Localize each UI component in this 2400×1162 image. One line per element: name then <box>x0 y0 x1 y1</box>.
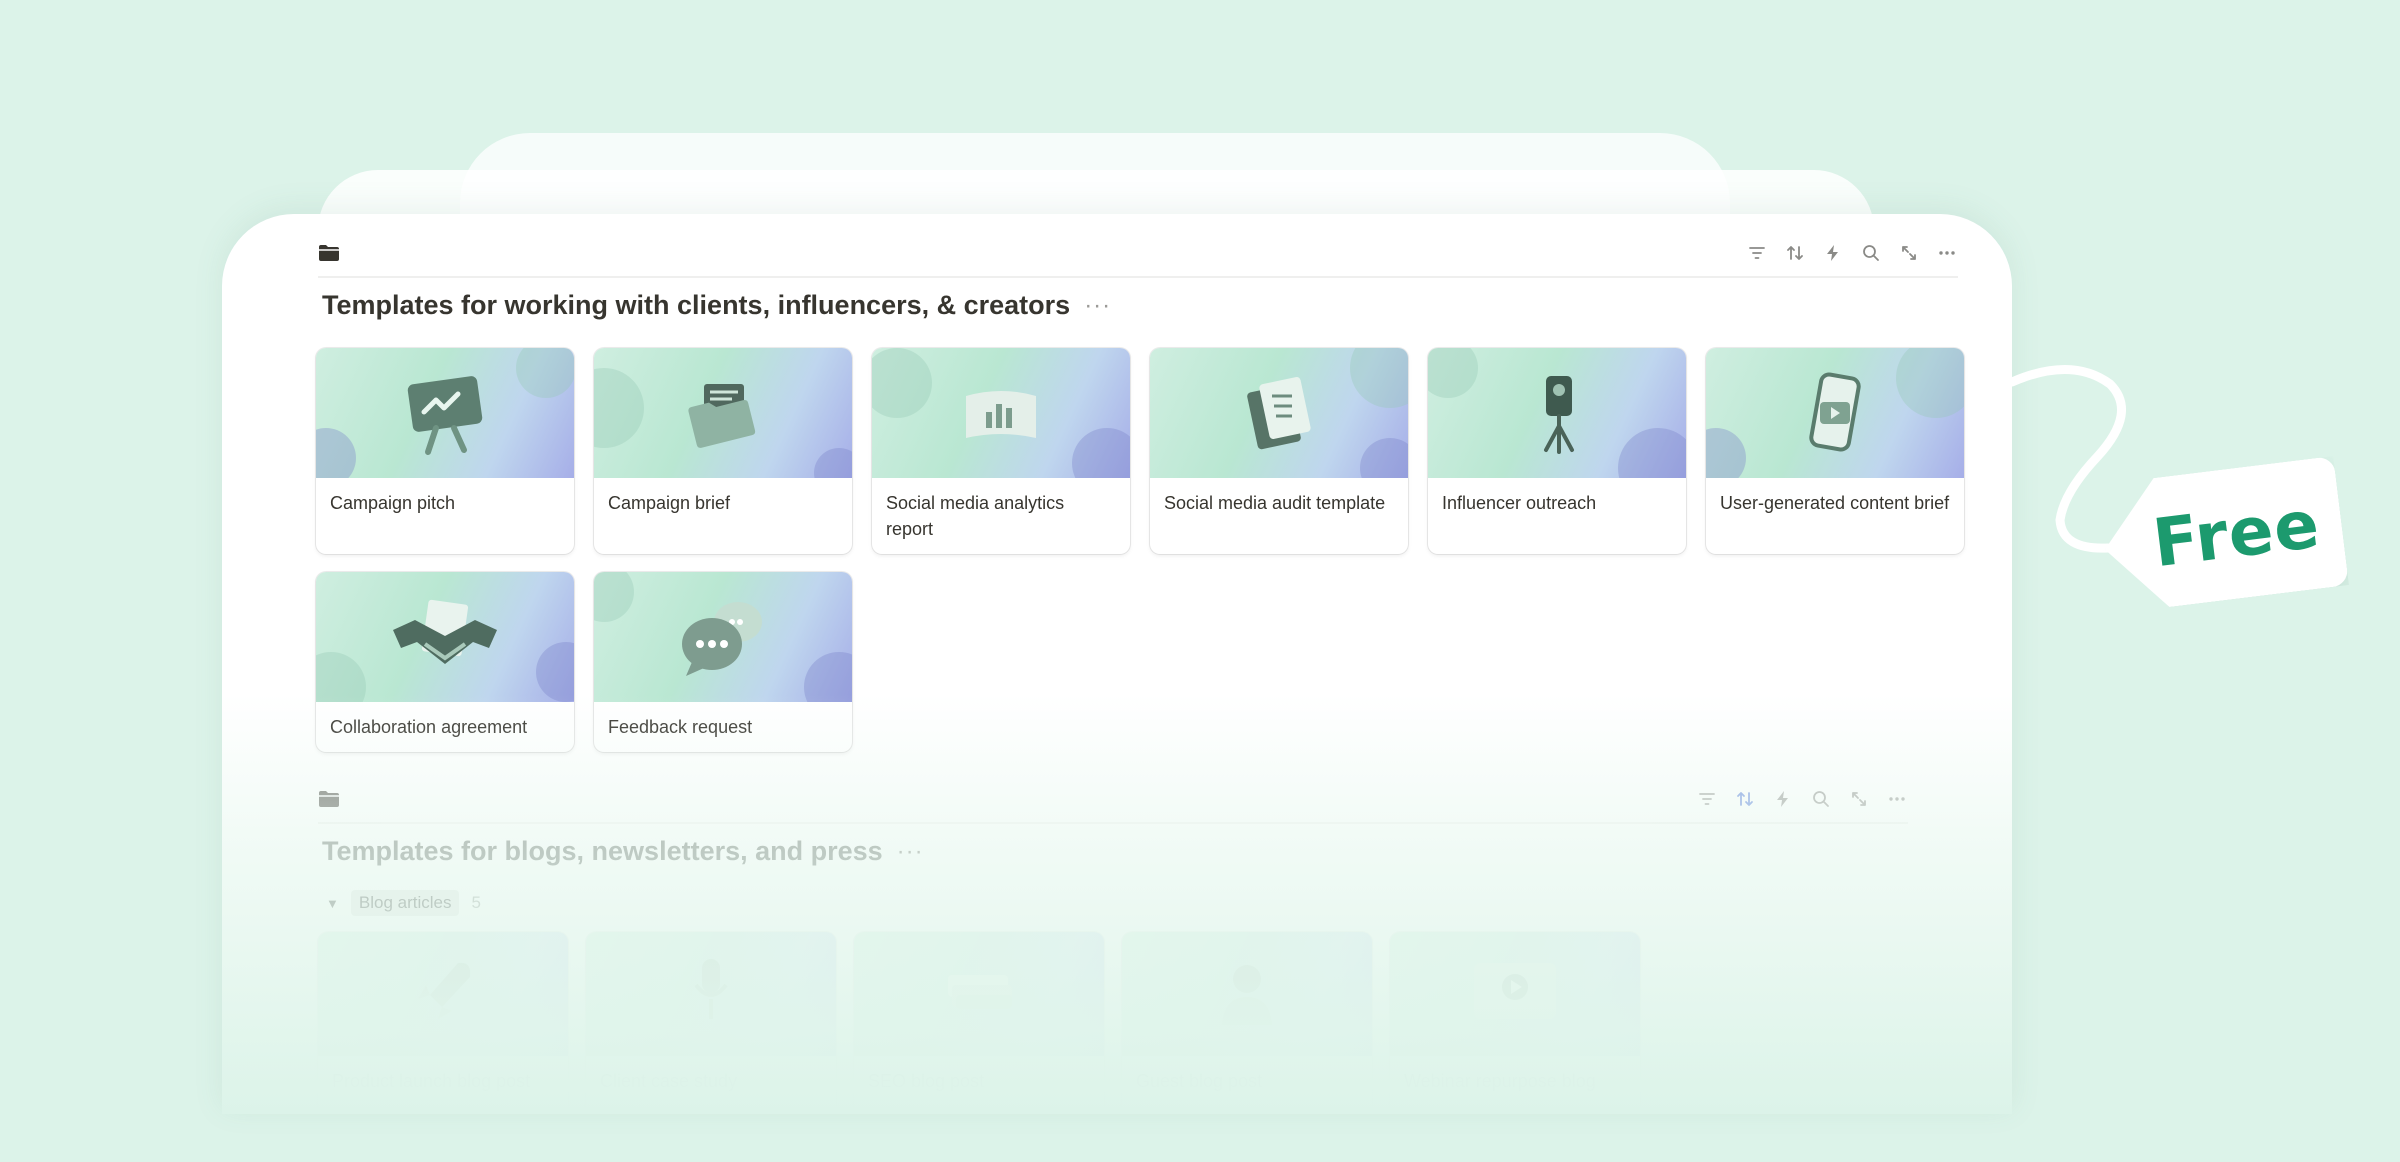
folder-icon[interactable] <box>318 786 344 812</box>
card-cover <box>594 572 852 702</box>
card-cover <box>1122 932 1372 1056</box>
expand-icon[interactable] <box>1898 242 1920 264</box>
more-icon[interactable] <box>1886 788 1908 810</box>
clipboard-checklist-icon <box>1247 376 1311 450</box>
view-tools <box>1696 788 1908 810</box>
card-cover <box>1150 348 1408 478</box>
more-options-button[interactable]: ··· <box>897 838 924 866</box>
card-label: Campaign pitch <box>330 493 456 513</box>
folder-icon[interactable] <box>318 240 344 266</box>
card-label: Product launch blog post <box>332 1071 531 1091</box>
handshake-icon <box>393 599 497 664</box>
gallery-card[interactable]: SEO blog post <box>854 932 1104 1114</box>
card-label: Feedback request <box>608 717 753 737</box>
group-toggle-icon[interactable]: ▼ <box>326 896 339 911</box>
gallery-card[interactable]: Guest blog post <box>1122 932 1372 1114</box>
gallery-card[interactable]: Client case study <box>586 932 836 1114</box>
filter-icon[interactable] <box>1696 788 1718 810</box>
view-tools <box>1746 242 1958 264</box>
phone-video-icon <box>1809 372 1861 452</box>
stacked-pages-icon <box>948 975 1012 1009</box>
gallery-card[interactable]: Social media audit template <box>1150 348 1408 554</box>
lightning-icon[interactable] <box>1772 788 1794 810</box>
notion-page-window: Templates for working with clients, infl… <box>222 214 2012 1114</box>
lightning-icon[interactable] <box>1822 242 1844 264</box>
microphone-icon <box>694 959 728 1019</box>
expand-icon[interactable] <box>1848 788 1870 810</box>
bar-chart-scroll-icon <box>966 391 1036 438</box>
gallery-card[interactable]: Webinar repurpose blog <box>1390 932 1640 1114</box>
card-label: Campaign brief <box>608 493 731 513</box>
card-cover <box>594 348 852 478</box>
gallery-grid: Campaign pitch Campaign brief Social med… <box>316 348 1966 752</box>
gallery-card[interactable]: Collaboration agreement <box>316 572 574 752</box>
gallery-card[interactable]: Product launch blog post <box>318 932 568 1114</box>
card-cover <box>316 572 574 702</box>
filter-icon[interactable] <box>1746 242 1768 264</box>
database-toolbar-2 <box>318 776 1908 824</box>
card-label: Guest blog post <box>1136 1071 1263 1091</box>
gallery-card[interactable]: Campaign pitch <box>316 348 574 554</box>
card-cover <box>586 932 836 1056</box>
chat-bubbles-icon <box>682 602 762 676</box>
card-label: Client case study <box>600 1071 738 1091</box>
card-label: Webinar repurpose blog <box>1404 1071 1596 1091</box>
section-title-text: Templates for blogs, newsletters, and pr… <box>322 836 883 866</box>
search-icon[interactable] <box>1860 242 1882 264</box>
gallery-card[interactable]: Social media analytics report <box>872 348 1130 554</box>
card-cover <box>318 932 568 1056</box>
section-title: Templates for working with clients, infl… <box>322 290 1111 321</box>
person-icon <box>1222 965 1272 1025</box>
group-name[interactable]: Blog articles <box>350 890 460 916</box>
gallery-card[interactable]: Influencer outreach <box>1428 348 1686 554</box>
group-count: 5 <box>471 893 481 912</box>
card-cover <box>316 348 574 478</box>
gallery-card[interactable]: Feedback request <box>594 572 852 752</box>
free-tag: Free <box>2012 360 2352 620</box>
phone-tripod-icon <box>1544 376 1574 454</box>
card-cover <box>872 348 1130 478</box>
card-label: Social media analytics report <box>886 493 1065 539</box>
tag-text: Free <box>2148 484 2324 582</box>
gallery-card[interactable]: Campaign brief <box>594 348 852 554</box>
search-icon[interactable] <box>1810 788 1832 810</box>
card-cover <box>854 932 1104 1056</box>
sort-icon[interactable] <box>1784 242 1806 264</box>
more-icon[interactable] <box>1936 242 1958 264</box>
section-title-2: Templates for blogs, newsletters, and pr… <box>322 836 924 867</box>
card-cover <box>1428 348 1686 478</box>
rocket-icon <box>418 962 471 1019</box>
folder-document-icon <box>688 384 756 448</box>
sort-icon[interactable] <box>1734 788 1756 810</box>
gallery-grid-2: Product launch blog post Client case stu… <box>318 932 1718 1114</box>
gallery-card[interactable]: User-generated content brief <box>1706 348 1964 554</box>
card-cover <box>1390 932 1640 1056</box>
presentation-board-icon <box>407 376 483 455</box>
card-label: User-generated content brief <box>1720 493 1950 513</box>
play-screen-icon <box>1474 963 1556 1019</box>
card-cover <box>1706 348 1964 478</box>
more-options-button[interactable]: ··· <box>1084 292 1111 320</box>
card-label: SEO blog post <box>868 1071 985 1091</box>
section-title-text: Templates for working with clients, infl… <box>322 290 1071 320</box>
card-label: Social media audit template <box>1164 493 1386 513</box>
card-label: Collaboration agreement <box>330 717 528 737</box>
card-label: Influencer outreach <box>1442 493 1597 513</box>
group-header: ▼ Blog articles 5 <box>326 890 481 916</box>
database-toolbar <box>318 230 1958 278</box>
